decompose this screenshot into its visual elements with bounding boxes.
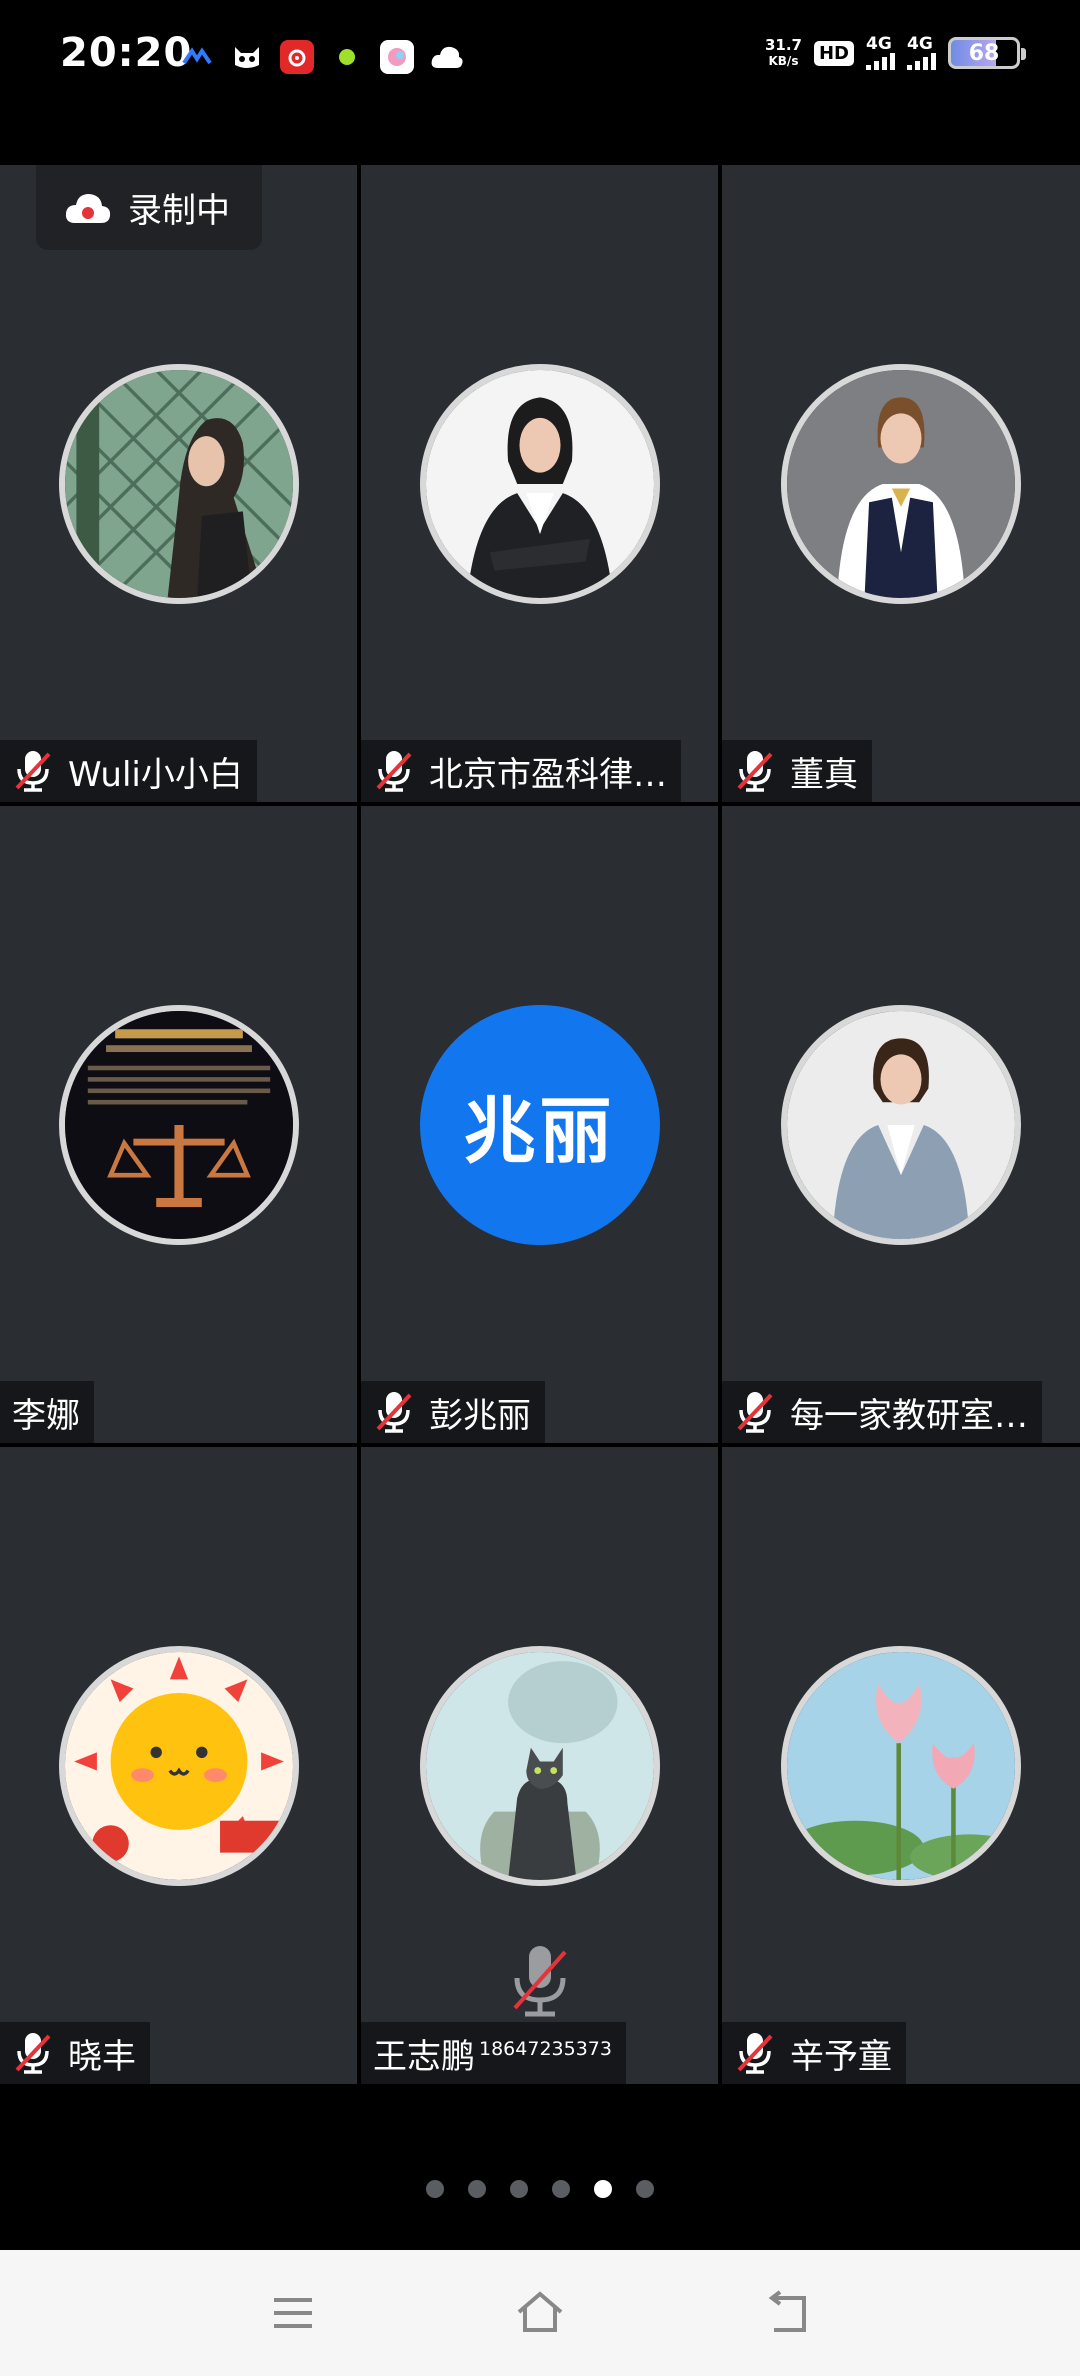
page-dot-active[interactable] xyxy=(594,2180,612,2198)
participant-avatar xyxy=(58,363,299,604)
participant-name-tag: 晓丰 xyxy=(0,2022,150,2084)
participant-tile[interactable]: 董真 xyxy=(722,165,1080,802)
music-icon xyxy=(280,40,314,74)
muted-mic-icon xyxy=(12,748,54,794)
page-dot[interactable] xyxy=(468,2180,486,2198)
signal-bars-icon xyxy=(907,52,936,70)
menu-button[interactable] xyxy=(258,2283,328,2343)
system-navigation-bar xyxy=(0,2250,1080,2376)
participant-tile[interactable]: 北京市盈科律… xyxy=(361,165,718,802)
recording-label: 录制中 xyxy=(128,191,230,231)
network-type-1: 4G xyxy=(866,34,892,54)
participant-name-tag: 李娜 xyxy=(0,1381,94,1443)
recording-badge[interactable]: 录制中 xyxy=(36,165,262,250)
participant-name: 北京市盈科律… xyxy=(429,754,667,795)
hd-badge: HD xyxy=(813,40,854,66)
participant-tile[interactable]: 李娜 xyxy=(0,806,357,1443)
back-icon xyxy=(768,2290,806,2332)
participant-name: 每一家教研室… xyxy=(790,1395,1028,1436)
participant-name-tag: 北京市盈科律… xyxy=(361,740,681,802)
cloud-icon xyxy=(430,40,464,74)
participant-name-tag: 每一家教研室… xyxy=(722,1381,1042,1443)
net-speed-unit: KB/s xyxy=(768,54,799,68)
network-type-2: 4G xyxy=(907,34,933,54)
page-indicator xyxy=(0,2180,1080,2198)
participant-name: 王志鹏 18647235373 xyxy=(373,2029,612,2078)
page-dot[interactable] xyxy=(510,2180,528,2198)
participant-tile[interactable]: 王志鹏 18647235373 xyxy=(361,1447,718,2084)
participant-name-tag: Wuli小小白 xyxy=(0,740,257,802)
brand-icon xyxy=(180,40,214,74)
participant-name: 彭兆丽 xyxy=(429,1395,531,1436)
signal-bars-icon xyxy=(866,52,895,70)
home-button[interactable] xyxy=(505,2283,575,2343)
participant-avatar xyxy=(781,1004,1021,1245)
participant-tile[interactable]: 辛予童 xyxy=(722,1447,1080,2084)
participant-name-tag: 王志鹏 18647235373 xyxy=(361,2022,626,2084)
participant-avatar xyxy=(419,363,660,604)
participant-tile[interactable]: Wuli小小白 xyxy=(0,165,357,802)
participant-avatar xyxy=(781,1645,1021,1886)
cat-icon xyxy=(230,40,264,74)
system-indicators: 31.7 KB/s HD 4G 4G 68 xyxy=(765,36,1026,70)
page-dot[interactable] xyxy=(636,2180,654,2198)
home-icon xyxy=(517,2291,563,2332)
muted-mic-icon xyxy=(734,2030,776,2076)
participant-name: 晓丰 xyxy=(68,2036,136,2077)
back-button[interactable] xyxy=(752,2283,822,2343)
avatar-photo-woman-grey-suit xyxy=(787,1010,1015,1239)
participant-phone-suffix: 18647235373 xyxy=(479,2038,612,2061)
status-bar: 20:20 31.7 KB/s HD 4G 4G 68 xyxy=(0,0,1080,110)
avatar-cat-tiger xyxy=(425,1651,654,1880)
page-dot[interactable] xyxy=(552,2180,570,2198)
page-dot[interactable] xyxy=(426,2180,444,2198)
participant-tile[interactable]: 每一家教研室… xyxy=(722,806,1080,1443)
participant-name-tag: 董真 xyxy=(722,740,872,802)
dot-icon xyxy=(330,40,364,74)
participant-name: 李娜 xyxy=(12,1395,80,1436)
photo-icon xyxy=(380,40,414,74)
muted-mic-large-icon xyxy=(505,1942,575,2022)
avatar-lotus-flowers xyxy=(787,1651,1015,1880)
status-time: 20:20 xyxy=(60,30,193,76)
participant-avatar xyxy=(781,363,1021,604)
participant-avatar xyxy=(58,1004,299,1245)
participant-avatar xyxy=(419,1645,660,1886)
participant-name: Wuli小小白 xyxy=(68,754,243,795)
notification-icons xyxy=(180,40,464,74)
participant-tile[interactable]: 晓丰 xyxy=(0,1447,357,2084)
signal-1: 4G xyxy=(866,36,895,70)
signal-2: 4G xyxy=(907,36,936,70)
participant-grid: Wuli小小白 北京市盈科律… 董真 李娜 兆丽 彭兆丽 每一家教研室… 晓丰 … xyxy=(0,165,1080,2085)
muted-mic-icon xyxy=(373,748,415,794)
muted-mic-icon xyxy=(373,1389,415,1435)
participant-name: 董真 xyxy=(790,754,858,795)
net-speed-value: 31.7 xyxy=(764,36,802,54)
participant-tile[interactable]: 兆丽 彭兆丽 xyxy=(361,806,718,1443)
menu-icon xyxy=(274,2298,313,2328)
avatar-photo-woman-suit xyxy=(425,369,654,598)
participant-name-text: 王志鹏 xyxy=(373,2036,475,2077)
muted-mic-icon xyxy=(12,2030,54,2076)
participant-name-tag: 辛予童 xyxy=(722,2022,906,2084)
cloud-recording-icon xyxy=(65,193,111,223)
muted-mic-icon xyxy=(734,1389,776,1435)
participant-name-tag: 彭兆丽 xyxy=(361,1381,545,1443)
muted-mic-icon xyxy=(734,748,776,794)
participant-name: 辛予童 xyxy=(790,2036,892,2077)
avatar-photo-girl-fence xyxy=(64,369,293,598)
participant-avatar xyxy=(58,1645,299,1886)
avatar-photo-woman-uniform xyxy=(787,369,1015,598)
avatar-law-firm-logo xyxy=(64,1010,293,1239)
avatar-cartoon-sun xyxy=(64,1651,293,1880)
participant-avatar-initials: 兆丽 xyxy=(419,1004,660,1245)
battery-indicator: 68 xyxy=(948,37,1026,69)
network-speed: 31.7 KB/s xyxy=(765,37,802,69)
